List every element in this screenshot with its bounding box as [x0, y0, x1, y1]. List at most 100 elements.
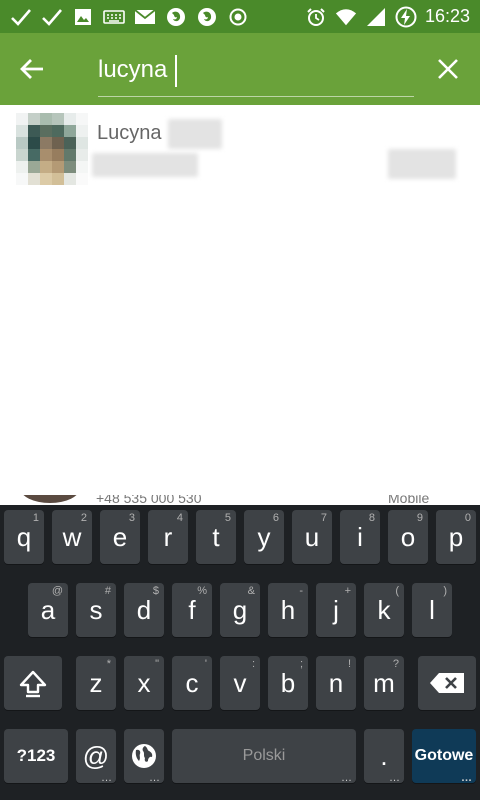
key-label: p [448, 521, 464, 552]
key-label: h [280, 594, 296, 625]
key-x[interactable]: " x [124, 656, 164, 710]
key-label: t [212, 521, 220, 552]
key-label: f [188, 594, 196, 625]
system-icons: 16:23 [305, 6, 470, 28]
key-hint: + [344, 585, 351, 597]
key-label: v [233, 667, 247, 698]
redacted-phone-number [92, 153, 198, 177]
search-toolbar [0, 33, 480, 105]
key-f[interactable]: % f [172, 583, 212, 637]
key-period[interactable]: .… [364, 729, 404, 784]
key-z[interactable]: * z [76, 656, 116, 710]
contact-detail-peek: +48 535 000 530 Mobile [0, 495, 480, 505]
redacted-phone-label [388, 149, 456, 179]
more-dots: … [461, 772, 472, 784]
key-hint: ) [443, 585, 447, 597]
key-label: n [328, 667, 344, 698]
key-k[interactable]: (k [364, 583, 404, 637]
back-button[interactable] [14, 51, 50, 87]
backspace-key[interactable] [418, 656, 476, 710]
notification-icons [10, 6, 249, 28]
key-e[interactable]: 3e [100, 510, 140, 564]
wifi-icon [335, 6, 357, 28]
key-hint: & [247, 585, 255, 597]
key-label: @ [82, 740, 110, 771]
clock-time: 16:23 [424, 6, 470, 26]
clear-search-button[interactable] [430, 51, 466, 87]
key-hint: ? [392, 658, 399, 670]
language-key[interactable]: … [124, 729, 164, 784]
key-hint: 2 [80, 512, 87, 524]
key-label: b [280, 667, 296, 698]
key-hint: 9 [416, 512, 423, 524]
key-label: z [89, 667, 103, 698]
key-label: d [136, 594, 152, 625]
key-label: e [112, 521, 128, 552]
done-key[interactable]: Gotowe… [412, 729, 476, 784]
more-dots: … [389, 772, 400, 784]
key-l[interactable]: ) l [412, 583, 452, 637]
key-label: i [357, 521, 363, 552]
text-cursor [175, 55, 177, 87]
key-o[interactable]: 9o [388, 510, 428, 564]
key-label: w [62, 521, 82, 552]
key-h[interactable]: -h [268, 583, 308, 637]
contact-avatar [16, 113, 88, 185]
backspace-icon [430, 673, 464, 693]
key-g[interactable]: & g [220, 583, 260, 637]
search-input[interactable] [98, 49, 398, 91]
key-label: . [380, 740, 388, 771]
more-dots: … [101, 772, 112, 784]
key-d[interactable]: $ d [124, 583, 164, 637]
key-at[interactable]: @… [76, 729, 116, 784]
arrow-back-icon [20, 59, 43, 79]
key-label: g [232, 594, 248, 625]
key-hint: ; [299, 658, 303, 670]
key-label: l [429, 594, 435, 625]
contact-photo [20, 495, 80, 503]
symbols-key[interactable]: ?123 [4, 729, 68, 783]
key-a[interactable]: @ a [28, 583, 68, 637]
key-hint: ' [204, 658, 207, 670]
key-label: Polski [242, 747, 286, 764]
check-icon [10, 6, 32, 28]
key-c[interactable]: ' c [172, 656, 212, 710]
key-hint: 5 [224, 512, 231, 524]
search-results-list: Lucyna [0, 105, 480, 495]
check-icon [41, 6, 63, 28]
key-q[interactable]: 1q [4, 510, 44, 564]
key-y[interactable]: 6y [244, 510, 284, 564]
key-p[interactable]: 0p [436, 510, 476, 564]
key-i[interactable]: 8i [340, 510, 380, 564]
shift-key[interactable] [4, 656, 62, 710]
key-hint: " [155, 658, 159, 670]
key-s[interactable]: # s [76, 583, 116, 637]
more-dots: … [341, 772, 352, 784]
contacts-search-screen: 16:23 Lucyna [0, 0, 480, 800]
key-hint: 4 [176, 512, 183, 524]
key-b[interactable]: ; b [268, 656, 308, 710]
keyboard-icon [103, 6, 125, 28]
key-hint: 8 [368, 512, 375, 524]
key-t[interactable]: 5t [196, 510, 236, 564]
key-label: k [377, 594, 391, 625]
key-n[interactable]: ! n [316, 656, 356, 710]
key-u[interactable]: 7u [292, 510, 332, 564]
key-hint: : [251, 658, 255, 670]
key-j[interactable]: + j [316, 583, 356, 637]
key-r[interactable]: 4r [148, 510, 188, 564]
search-field[interactable] [98, 47, 414, 97]
key-m[interactable]: ? m [364, 656, 404, 710]
alarm-icon [305, 6, 327, 28]
key-w[interactable]: 2w [52, 510, 92, 564]
key-hint: * [106, 658, 111, 670]
key-hint: ! [347, 658, 351, 670]
key-hint: 3 [128, 512, 135, 524]
contact-result-row[interactable]: Lucyna [0, 105, 480, 185]
battery-charging-icon [395, 6, 417, 28]
contact-name: Lucyna [97, 122, 162, 144]
key-hint: - [299, 585, 303, 597]
key-v[interactable]: :v [220, 656, 260, 710]
status-bar: 16:23 [0, 0, 480, 33]
space-bar[interactable]: Polski … [172, 729, 356, 784]
